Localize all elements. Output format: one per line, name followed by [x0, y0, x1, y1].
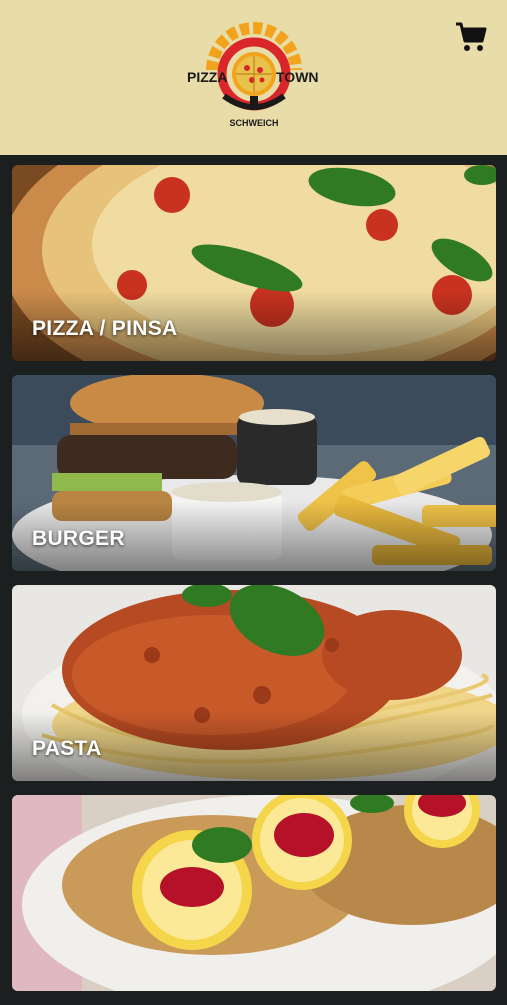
app-header: PIZZA TOWN SCHWEICH	[0, 0, 507, 155]
category-label: BURGER	[32, 527, 125, 550]
category-card-pasta[interactable]: PASTA	[12, 585, 496, 781]
pizza-town-logo: PIZZA TOWN SCHWEICH	[187, 22, 319, 128]
category-label: PIZZA / PINSA	[32, 317, 178, 340]
category-card-pizza[interactable]: PIZZA / PINSA	[12, 165, 496, 361]
category-card-burger[interactable]: BURGER	[12, 375, 496, 571]
schnitzel-image	[12, 795, 496, 991]
category-list: PIZZA / PINSA BURGER PASTA	[12, 165, 496, 1005]
category-card-schnitzel[interactable]	[12, 795, 496, 991]
logo-text-right: TOWN	[276, 69, 319, 85]
category-label: PASTA	[32, 737, 102, 760]
shopping-cart-icon[interactable]	[454, 20, 488, 54]
logo-subtitle: SCHWEICH	[230, 118, 279, 128]
logo-text-left: PIZZA	[187, 69, 227, 85]
